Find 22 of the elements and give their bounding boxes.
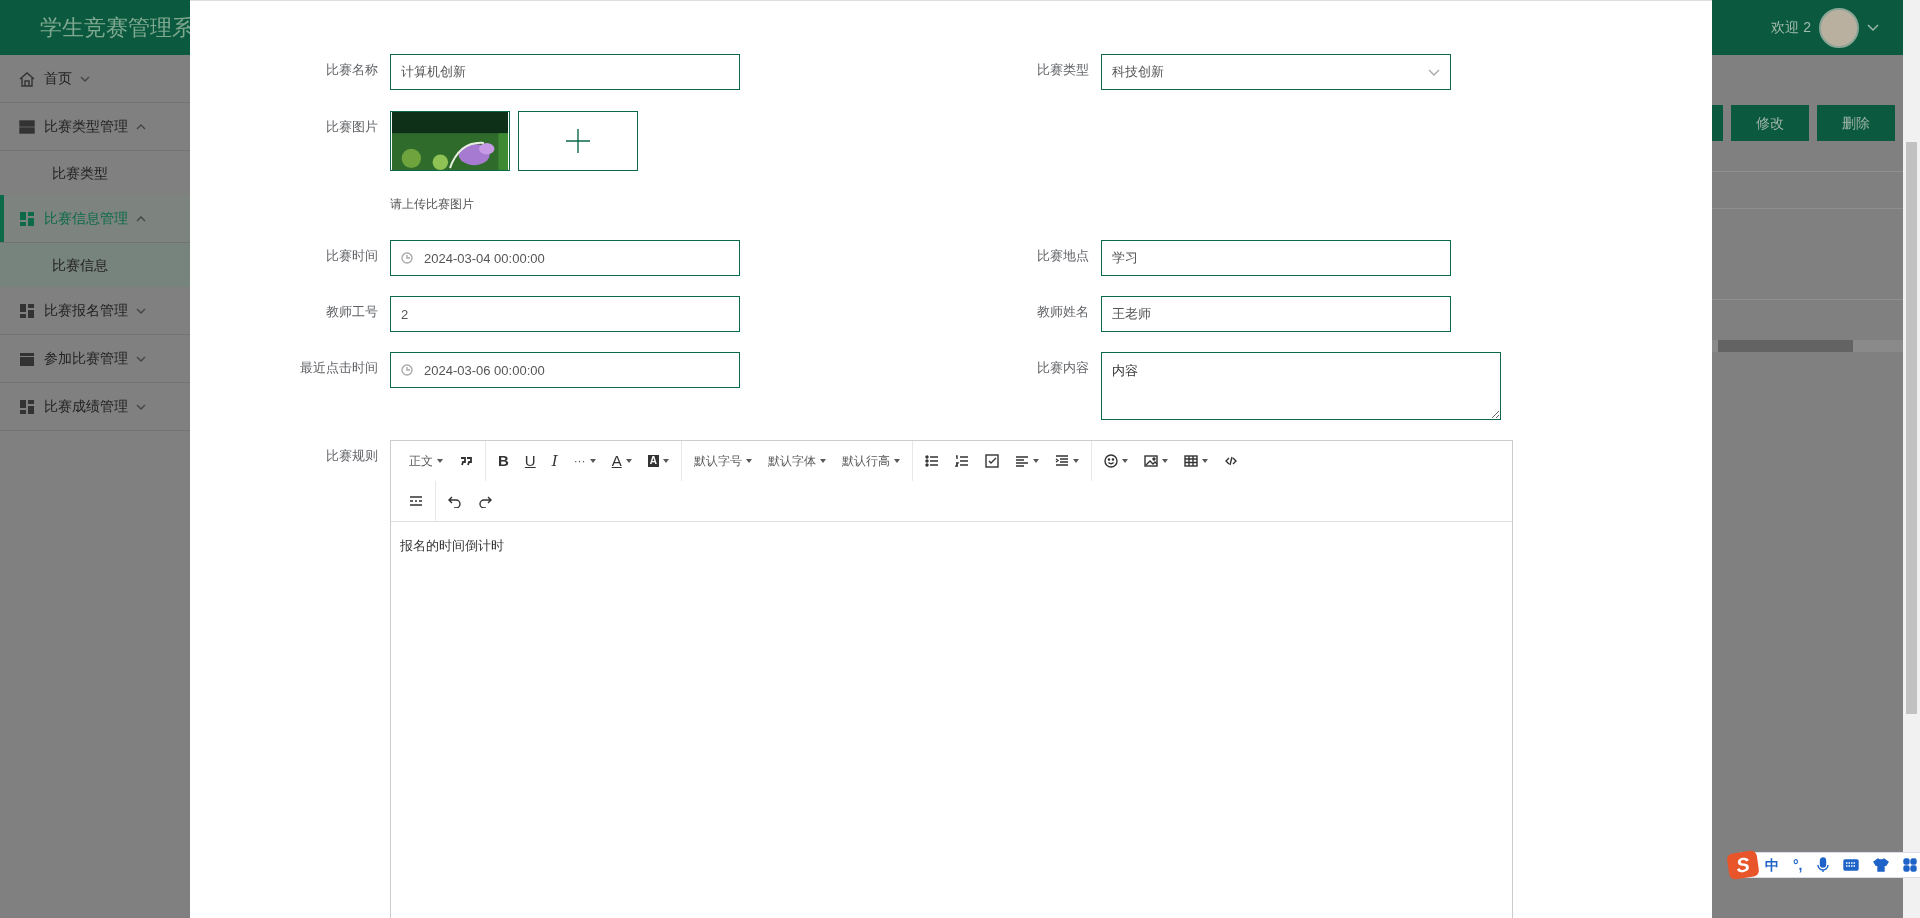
field-label: 教师工号 bbox=[325, 303, 378, 321]
field-label: 比赛名称 bbox=[325, 61, 378, 79]
ime-mode: 中 bbox=[1765, 855, 1779, 875]
sidebar-label: 比赛信息管理 bbox=[44, 209, 128, 228]
field-label: 比赛类型 bbox=[1036, 61, 1089, 79]
ime-punctuation: °, bbox=[1793, 855, 1803, 875]
hint-text: 请上传比赛图片 bbox=[390, 196, 475, 213]
field-label: 比赛时间 bbox=[325, 247, 378, 265]
field-label: 比赛地点 bbox=[1036, 247, 1089, 265]
field-label: 最近点击时间 bbox=[299, 359, 378, 377]
ime-logo: S bbox=[1726, 850, 1760, 880]
welcome-text: 欢迎 2 bbox=[1771, 18, 1811, 37]
field-label: 比赛规则 bbox=[325, 447, 378, 465]
field-label: 比赛内容 bbox=[1036, 359, 1089, 377]
field-label: 教师姓名 bbox=[1036, 303, 1089, 321]
sidebar-label: 比赛类型管理 bbox=[44, 117, 128, 136]
sidebar-label: 比赛报名管理 bbox=[44, 301, 128, 320]
sidebar-label: 参加比赛管理 bbox=[44, 349, 128, 368]
editor-text: 报名的时间倒计时 bbox=[391, 521, 1512, 918]
sidebar-label: 比赛成绩管理 bbox=[44, 397, 128, 416]
sidebar-label: 首页 bbox=[44, 69, 72, 88]
field-label: 比赛图片 bbox=[325, 118, 378, 136]
